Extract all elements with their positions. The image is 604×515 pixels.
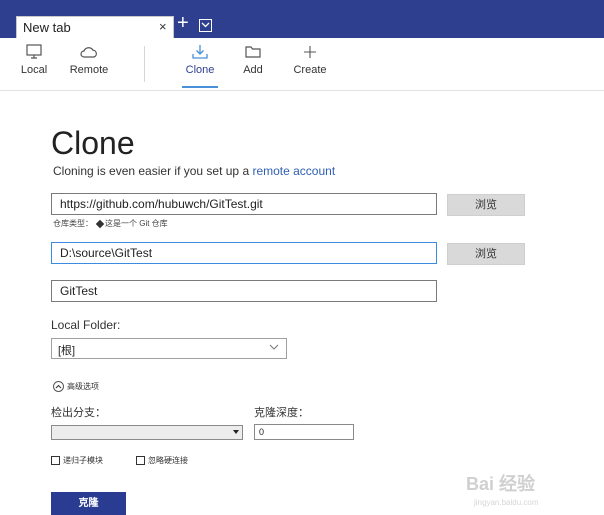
- watermark-sub: jingyan.baidu.com: [474, 498, 539, 507]
- add-button[interactable]: Add: [238, 42, 268, 86]
- local-folder-label: Local Folder:: [51, 318, 121, 332]
- watermark-logo: Bai 经验 jingyan.baidu.com: [466, 470, 538, 507]
- checkbox-box: [51, 456, 60, 466]
- local-label: Local: [20, 64, 48, 76]
- remote-button[interactable]: Remote: [66, 42, 112, 86]
- monitor-icon: [26, 44, 42, 59]
- tab-list-button[interactable]: [199, 19, 212, 32]
- page-subtitle: Cloning is even easier if you set up a r…: [53, 164, 335, 178]
- destination-path-input[interactable]: [51, 242, 437, 264]
- chevron-down-icon: [201, 22, 210, 28]
- repo-name-input[interactable]: [51, 280, 437, 302]
- local-button[interactable]: Local: [14, 42, 54, 86]
- ignore-hardlinks-checkbox[interactable]: 忽略硬连接: [136, 455, 188, 466]
- advanced-options-label: 高级选项: [67, 382, 99, 391]
- clone-submit-button[interactable]: 克隆: [51, 492, 126, 515]
- add-label: Add: [243, 64, 263, 76]
- repo-type-info: 仓库类型： 这是一个 Git 仓库: [53, 218, 168, 229]
- download-icon: [192, 45, 208, 59]
- toolbar-separator: [144, 46, 145, 82]
- ignore-hardlinks-label: 忽略硬连接: [148, 456, 188, 465]
- git-diamond-icon: [95, 219, 105, 229]
- create-button[interactable]: Create: [290, 42, 330, 86]
- browse-path-button[interactable]: 浏览: [447, 243, 525, 265]
- tab-new[interactable]: New tab ×: [16, 16, 174, 38]
- recursive-submodules-checkbox[interactable]: 递归子模块: [51, 455, 103, 466]
- checkout-branch-select[interactable]: [51, 425, 243, 440]
- checkout-branch-label: 检出分支：: [51, 407, 106, 419]
- clone-depth-input[interactable]: [254, 424, 354, 440]
- recursive-submodules-label: 递归子模块: [63, 456, 103, 465]
- clone-button-tab[interactable]: Clone: [182, 42, 218, 88]
- clone-tab-label: Clone: [185, 64, 215, 76]
- repo-type-value: 这是一个 Git 仓库: [105, 219, 168, 228]
- source-url-input[interactable]: [51, 193, 437, 215]
- plus-icon: [304, 46, 316, 58]
- tab-title: New tab: [23, 20, 71, 35]
- folder-icon: [245, 46, 261, 58]
- subtitle-text: Cloning is even easier if you set up a: [53, 164, 253, 178]
- new-tab-button[interactable]: +: [177, 13, 189, 33]
- chevron-down-icon: [269, 344, 279, 350]
- cloud-icon: [80, 47, 97, 58]
- local-folder-select[interactable]: [根]: [51, 338, 287, 359]
- remote-label: Remote: [69, 64, 109, 76]
- create-label: Create: [293, 64, 327, 76]
- remote-account-link[interactable]: remote account: [252, 164, 335, 178]
- advanced-options-toggle[interactable]: 高级选项: [53, 381, 99, 393]
- local-folder-value: [根]: [58, 345, 76, 357]
- checkbox-box: [136, 456, 145, 466]
- dropdown-arrow-icon: [233, 430, 239, 434]
- page-title: Clone: [51, 125, 135, 161]
- title-bar: New tab × +: [0, 0, 604, 38]
- toolbar: Local Remote Clone Add Create: [0, 38, 604, 91]
- watermark-text: Bai 经验: [466, 474, 536, 494]
- chevron-up-icon: [53, 381, 64, 393]
- browse-url-button[interactable]: 浏览: [447, 194, 525, 216]
- tab-close-button[interactable]: ×: [159, 19, 167, 34]
- clone-depth-label: 克隆深度：: [254, 407, 309, 419]
- repo-type-prefix: 仓库类型：: [53, 219, 93, 228]
